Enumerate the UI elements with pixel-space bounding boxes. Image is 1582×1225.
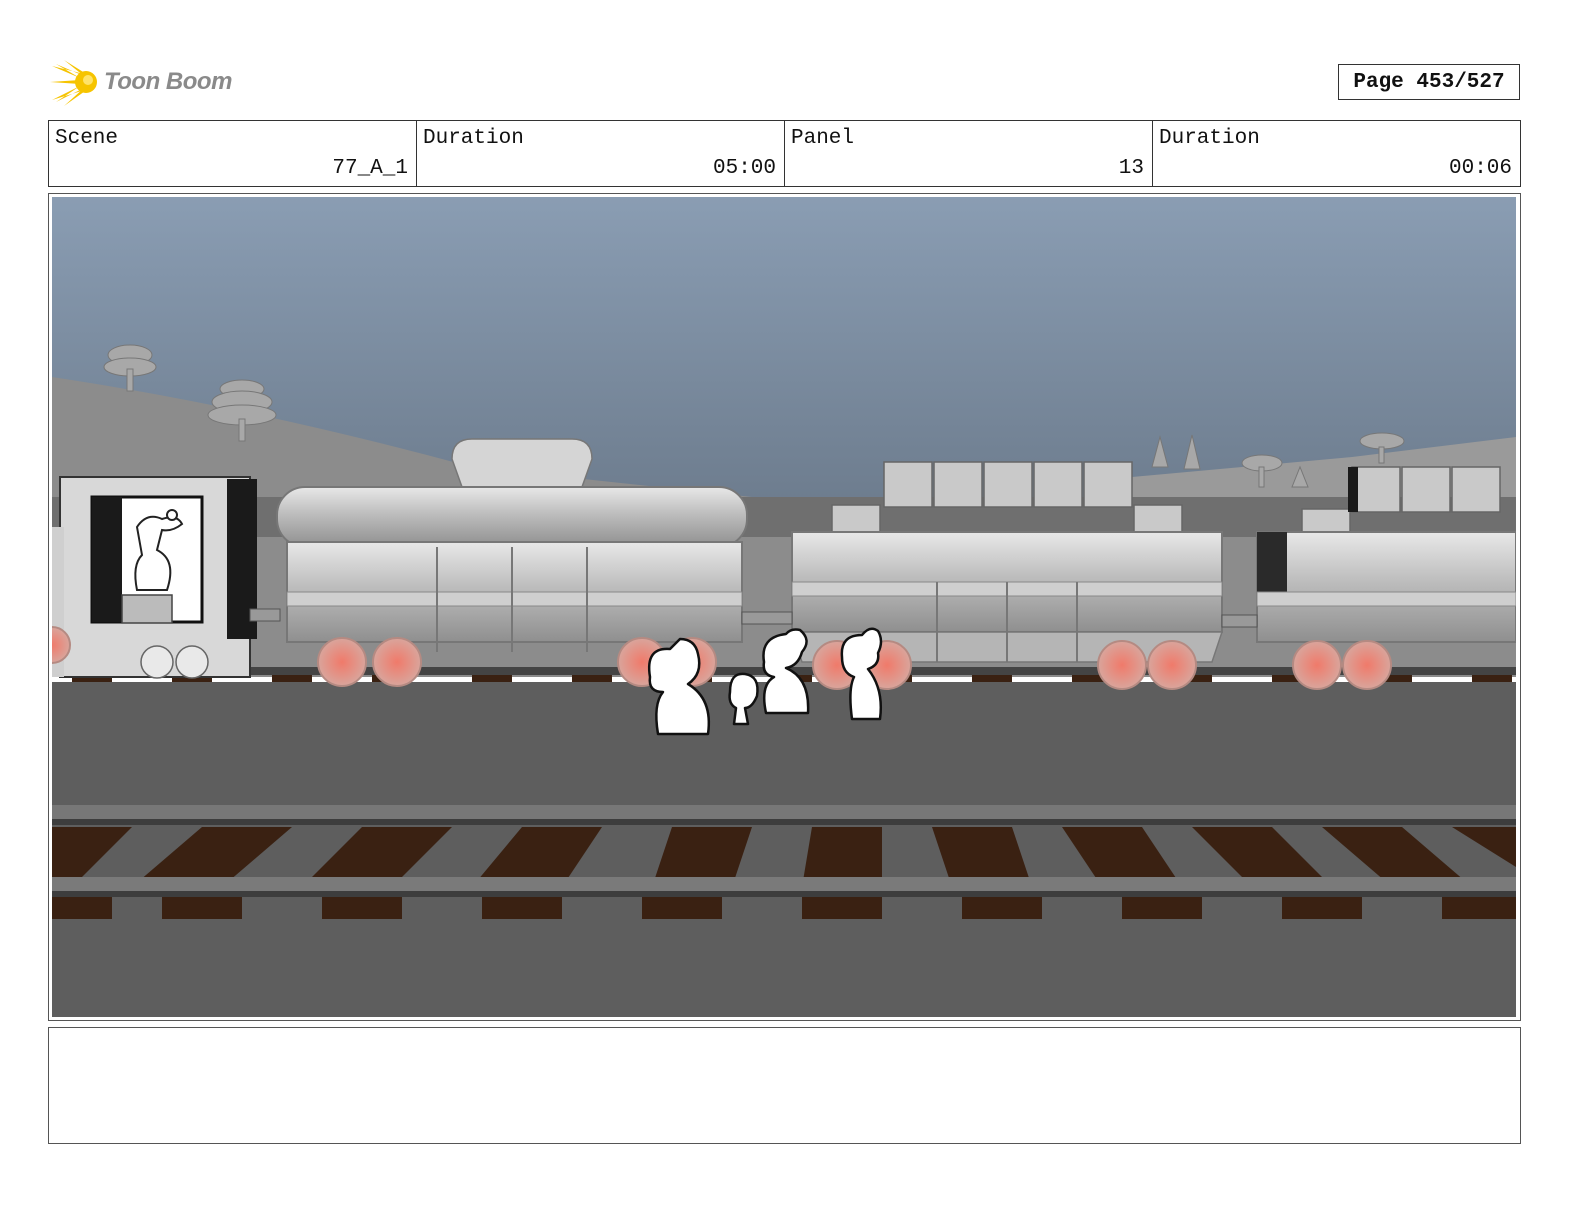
scene-cell: Scene 77_A_1 (49, 121, 417, 186)
panel-label: Panel (791, 127, 855, 150)
panel-duration-label: Duration (1159, 127, 1260, 150)
page-number: Page 453/527 (1338, 64, 1520, 100)
storyboard-panel-image (52, 197, 1516, 1017)
scene-duration-value: 05:00 (712, 157, 776, 180)
panel-notes-box (48, 1027, 1521, 1144)
panel-duration-value: 00:06 (1448, 157, 1512, 180)
storyboard-panel-frame (48, 193, 1521, 1021)
panel-info-table: Scene 77_A_1 Duration 05:00 Panel 13 Dur… (48, 120, 1521, 187)
toon-boom-logo: Toon Boom (50, 56, 250, 108)
scene-value: 77_A_1 (332, 157, 408, 180)
scene-label: Scene (55, 127, 119, 150)
scene-duration-cell: Duration 05:00 (417, 121, 785, 186)
scene-duration-label: Duration (423, 127, 524, 150)
panel-duration-cell: Duration 00:06 (1153, 121, 1520, 186)
panel-value: 13 (1118, 157, 1144, 180)
toon-boom-comet-icon (50, 60, 97, 106)
logo-text: Toon Boom (104, 68, 232, 95)
panel-cell: Panel 13 (785, 121, 1153, 186)
